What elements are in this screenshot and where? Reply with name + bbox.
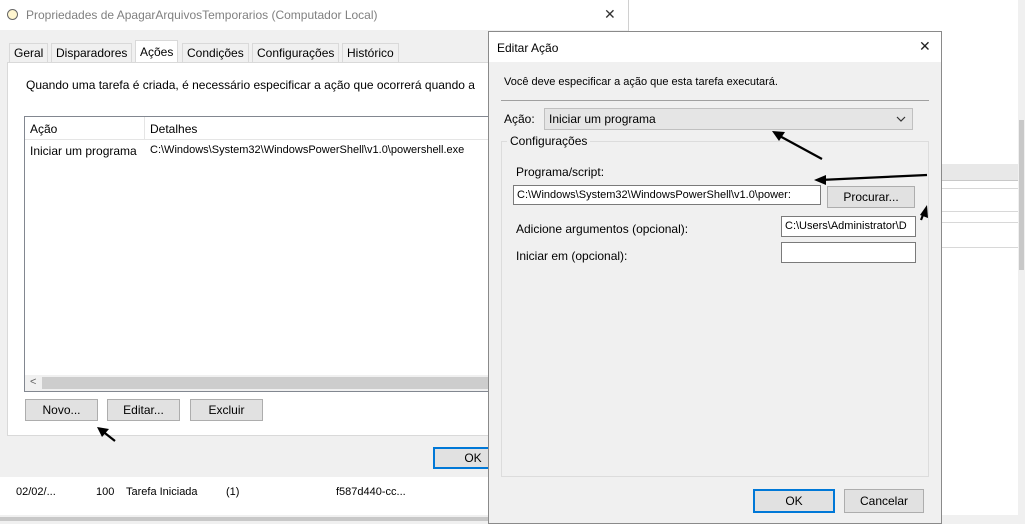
arrow-icon xyxy=(97,427,116,442)
annotation-arrows xyxy=(97,131,928,442)
arrow-icon xyxy=(919,205,928,221)
arrow-icon xyxy=(814,173,928,185)
arrow-icon xyxy=(772,131,823,160)
